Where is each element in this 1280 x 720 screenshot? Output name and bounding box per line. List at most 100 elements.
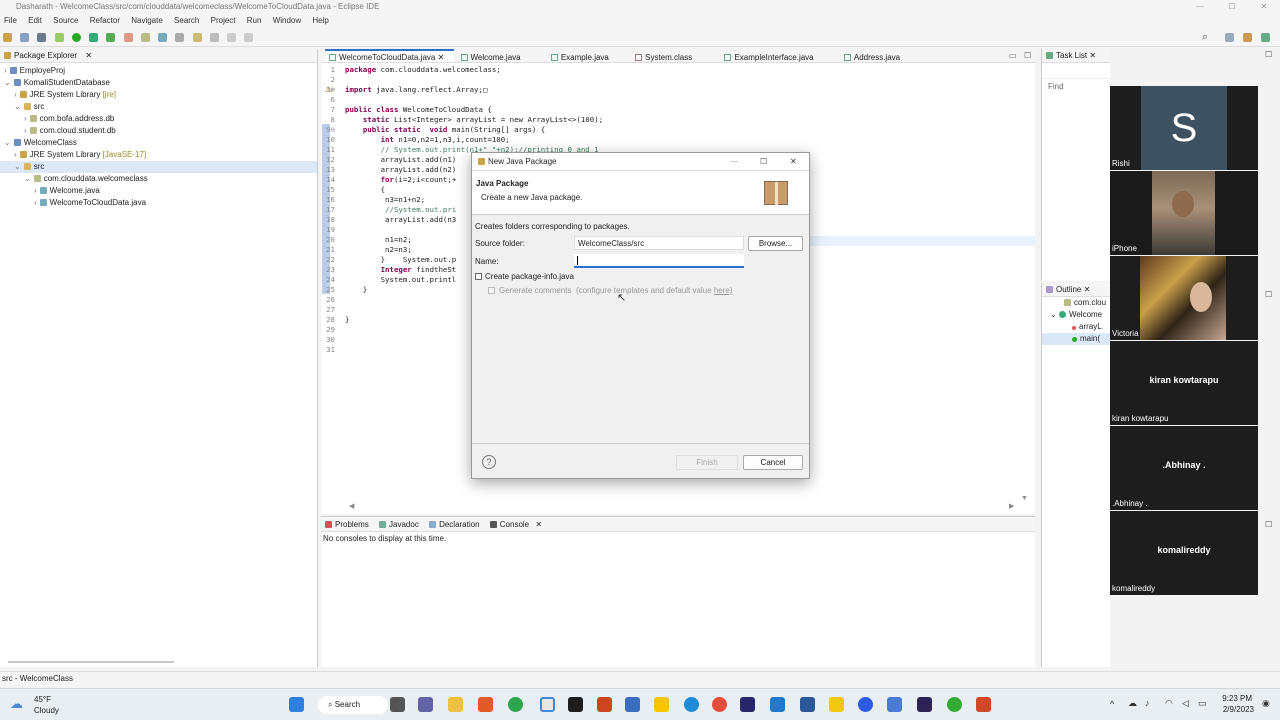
tab-address[interactable]: Address.java xyxy=(840,51,910,62)
expand-chevron-icon[interactable]: › xyxy=(34,198,37,207)
package-name-input[interactable] xyxy=(574,254,744,268)
tab-welcome[interactable]: Welcome.java xyxy=(457,51,531,62)
menu-navigate[interactable]: Navigate xyxy=(131,16,163,25)
expand-chevron-icon[interactable]: › xyxy=(14,150,17,159)
code-line[interactable]: 2 xyxy=(321,75,1021,85)
expand-chevron-icon[interactable]: › xyxy=(24,114,27,123)
tab-declaration[interactable]: Declaration xyxy=(439,520,479,529)
horizontal-scrollbar[interactable] xyxy=(8,661,174,663)
tab-problems[interactable]: Problems xyxy=(335,520,369,529)
code-line[interactable]: 6 xyxy=(321,95,1021,105)
battery-icon[interactable]: ▭ xyxy=(1198,698,1207,709)
outline-item[interactable]: arrayL xyxy=(1042,321,1110,333)
expand-chevron-icon[interactable]: ⌄ xyxy=(4,78,11,87)
close-task-list-icon[interactable]: ✕ xyxy=(1089,51,1096,60)
code-line[interactable]: 10 int n1=0,n2=1,n3,i,count=100; xyxy=(321,135,1021,145)
find-input[interactable]: Find xyxy=(1048,81,1104,93)
clock-time[interactable]: 9:23 PM xyxy=(1218,694,1252,703)
chrome-icon[interactable] xyxy=(712,697,727,712)
clock-date[interactable]: 2/9/2023 xyxy=(1214,705,1254,714)
powerpoint-icon[interactable] xyxy=(976,697,991,712)
close-tab-icon[interactable]: ✕ xyxy=(85,51,92,60)
scroll-right-icon[interactable]: ▶ xyxy=(1009,502,1014,510)
word-icon[interactable] xyxy=(800,697,815,712)
back-icon[interactable] xyxy=(227,33,237,42)
video-tile-kiran[interactable]: kiran kowtarapu kiran kowtarapu xyxy=(1110,341,1258,425)
tree-item[interactable]: ⌄ KomaliStudentDatabase xyxy=(0,77,317,89)
menu-project[interactable]: Project xyxy=(211,16,236,25)
debug-icon[interactable] xyxy=(54,33,64,42)
external-tools-icon[interactable] xyxy=(106,33,116,42)
expand-chevron-icon[interactable]: › xyxy=(24,126,27,135)
video-tile-komalireddy[interactable]: komalireddy komalireddy xyxy=(1110,511,1258,595)
tree-item[interactable]: ⌄ com.clouddata.welcomeclass xyxy=(0,173,317,185)
dialog-close-icon[interactable]: ✕ xyxy=(790,153,797,171)
source-folder-input[interactable]: WelcomeClass/src xyxy=(574,236,744,250)
dialog-minimize-icon[interactable]: — xyxy=(730,153,738,171)
save-icon[interactable] xyxy=(20,33,30,42)
expand-chevron-icon[interactable]: › xyxy=(14,90,17,99)
cancel-button[interactable]: Cancel xyxy=(743,455,803,470)
camera-app-icon[interactable] xyxy=(568,697,583,712)
taskbar-search[interactable]: ⌕ Search xyxy=(318,696,388,714)
expand-chevron-icon[interactable]: › xyxy=(34,186,37,195)
expand-chevron-icon[interactable]: ⌄ xyxy=(14,102,21,111)
menu-edit[interactable]: Edit xyxy=(28,16,42,25)
vscode-icon[interactable] xyxy=(770,697,785,712)
store-icon[interactable] xyxy=(540,697,555,712)
coverage-icon[interactable] xyxy=(89,33,99,42)
maximize-icon[interactable]: ☐ xyxy=(1265,290,1272,299)
code-line[interactable]: 1 package com.clouddata.welcomeclass; xyxy=(321,65,1021,75)
tree-item[interactable]: ⌄ WelcomeClass xyxy=(0,137,317,149)
app-red-icon[interactable] xyxy=(597,697,612,712)
chrome-green-icon[interactable] xyxy=(508,697,523,712)
zoom-icon[interactable] xyxy=(858,697,873,712)
tab-console[interactable]: Console xyxy=(500,520,529,529)
eclipse-icon[interactable] xyxy=(917,697,932,712)
task-list-tab[interactable]: Task List xyxy=(1056,51,1087,60)
forward-icon[interactable] xyxy=(244,33,254,42)
menu-search[interactable]: Search xyxy=(174,16,199,25)
task-view-icon[interactable] xyxy=(390,697,405,712)
weather-desc[interactable]: Cloudy xyxy=(34,706,59,715)
tray-chevron-icon[interactable]: ^ xyxy=(1110,699,1114,709)
close-outline-icon[interactable]: ✕ xyxy=(1084,285,1091,294)
outline-item[interactable]: ⌄ Welcome xyxy=(1042,309,1110,321)
tab-javadoc[interactable]: Javadoc xyxy=(389,520,419,529)
teams-icon[interactable] xyxy=(418,697,433,712)
tree-item[interactable]: ⌄ src xyxy=(0,101,317,113)
edge-icon[interactable] xyxy=(684,697,699,712)
code-line[interactable]: 8 static List<Integer> arrayList = new A… xyxy=(321,115,1021,125)
tree-item[interactable]: › EmployeProj xyxy=(0,65,317,77)
video-tile-abhinay[interactable]: .Abhinay . .Abhinay . xyxy=(1110,426,1258,510)
mic-icon[interactable]: ♪ xyxy=(1145,698,1150,708)
dialog-maximize-icon[interactable]: ☐ xyxy=(760,153,767,171)
menu-window[interactable]: Window xyxy=(273,16,301,25)
weather-temp[interactable]: 45°F xyxy=(34,695,51,704)
start-icon[interactable] xyxy=(289,697,304,712)
tree-item[interactable]: › com.cloud.student.db xyxy=(0,125,317,137)
weather-icon[interactable]: ☁ xyxy=(10,696,23,712)
print-icon[interactable] xyxy=(37,33,47,42)
finish-button[interactable]: Finish xyxy=(676,455,738,470)
expand-chevron-icon[interactable]: ⌄ xyxy=(24,174,31,183)
code-line[interactable]: 3⊕ import java.lang.reflect.Array;□ xyxy=(321,85,1021,95)
java-perspective-icon[interactable] xyxy=(1243,33,1252,42)
tab-system-class[interactable]: System.class xyxy=(631,51,702,62)
menu-refactor[interactable]: Refactor xyxy=(90,16,120,25)
video-tile-victoria[interactable]: Victoria xyxy=(1110,256,1258,340)
tree-item[interactable]: › WelcomeToCloudData.java xyxy=(0,197,317,209)
network-tray-icon[interactable]: ☁ xyxy=(1128,698,1137,709)
search-icon[interactable]: ⌕ xyxy=(1202,31,1208,44)
expand-chevron-icon[interactable]: ⌄ xyxy=(14,162,21,171)
maximize-icon[interactable]: ☐ xyxy=(1265,520,1272,529)
volume-icon[interactable]: ◁ xyxy=(1182,698,1189,709)
tree-item[interactable]: › JRE System Library [JavaSE-17] xyxy=(0,149,317,161)
tab-welcometoclouddata[interactable]: WelcomeToCloudData.java ✕ xyxy=(325,49,455,62)
open-type-icon[interactable] xyxy=(175,33,185,42)
create-package-info-checkbox[interactable] xyxy=(475,273,482,280)
mcafee-icon[interactable] xyxy=(478,697,493,712)
perspective-icon[interactable] xyxy=(1225,33,1234,42)
outline-tab[interactable]: Outline xyxy=(1056,285,1081,294)
tab-example[interactable]: Example.java xyxy=(547,51,619,62)
